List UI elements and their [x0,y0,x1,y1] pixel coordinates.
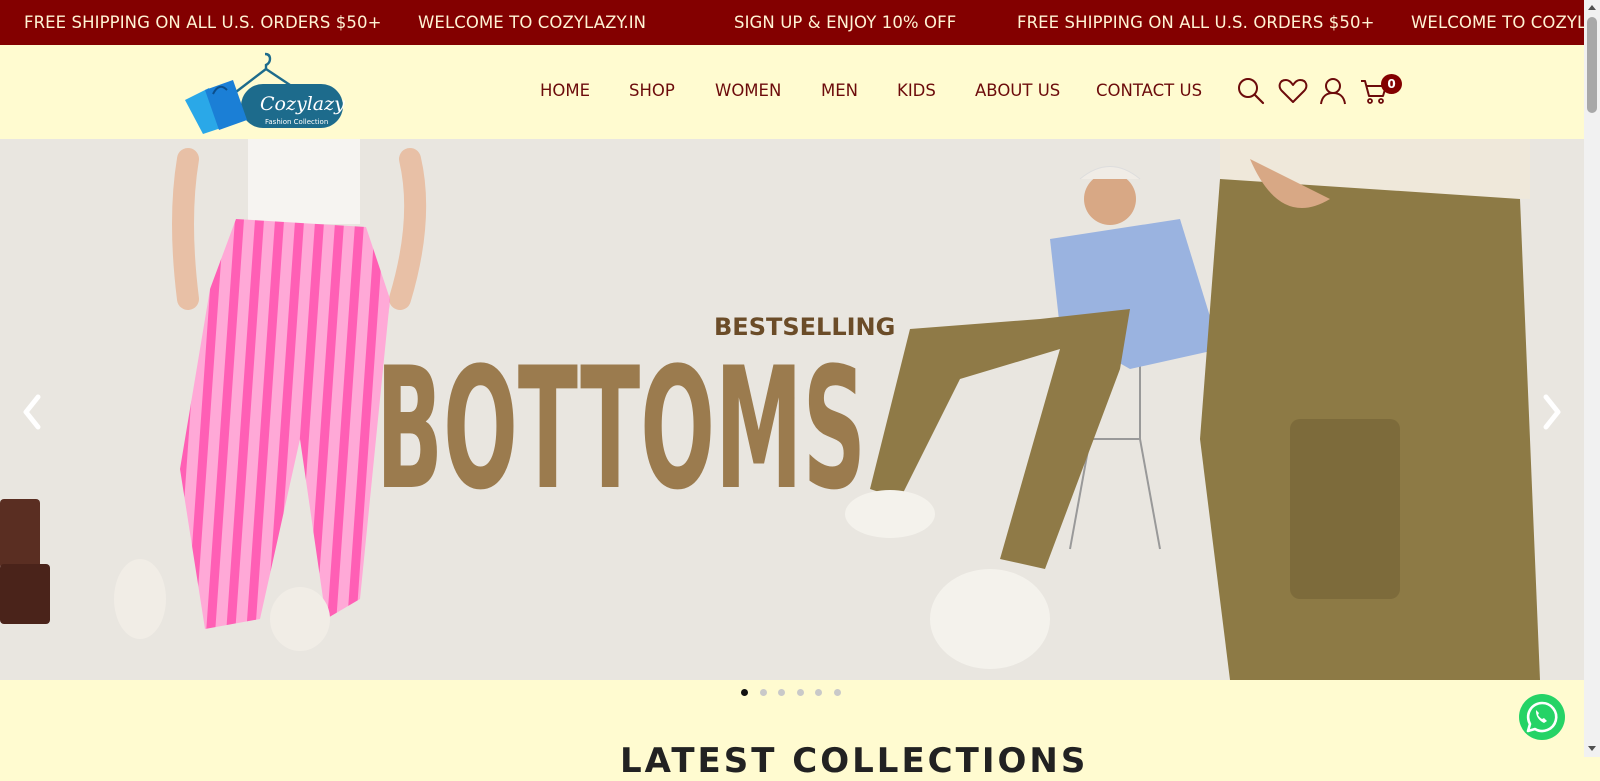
whatsapp-icon[interactable] [1518,693,1566,741]
nav-shop[interactable]: SHOP [629,45,675,137]
user-icon[interactable] [1318,76,1348,106]
cart-count-badge: 0 [1381,74,1402,94]
nav-women[interactable]: WOMEN [715,45,781,137]
search-icon[interactable] [1236,76,1266,106]
logo-wordmark: Cozylazy [260,93,345,115]
nav-about-us[interactable]: ABOUT US [975,45,1060,137]
site-header: Cozylazy Fashion Collection HOME SHOP WO… [0,45,1584,139]
scrollbar-thumb[interactable] [1587,17,1597,113]
slide-dot[interactable] [741,689,748,696]
heart-icon[interactable] [1278,76,1308,106]
slider-pagination [0,689,1584,699]
nav-home[interactable]: HOME [540,45,590,137]
hero-slide-image: BESTSELLING BOTTOMS [0,139,1584,680]
announcement-message: SIGN UP & ENJOY 10% OFF [734,13,957,32]
announcement-message: FREE SHIPPING ON ALL U.S. ORDERS $50+ [1017,13,1375,32]
chevron-right-icon[interactable] [1534,387,1570,437]
section-heading: LATEST COLLECTIONS [620,741,1089,781]
slide-dot[interactable] [834,689,841,696]
slide-dot[interactable] [778,689,785,696]
announcement-message: FREE SHIPPING ON ALL U.S. ORDERS $50+ [24,13,382,32]
scroll-up-arrow[interactable] [1588,5,1596,10]
slide-dot[interactable] [815,689,822,696]
announcement-bar: FREE SHIPPING ON ALL U.S. ORDERS $50+ WE… [0,0,1584,45]
nav-kids[interactable]: KIDS [897,45,936,137]
hero-slider: BESTSELLING BOTTOMS [0,139,1584,680]
slide-dot[interactable] [760,689,767,696]
logo-tagline: Fashion Collection [265,118,328,126]
chevron-left-icon[interactable] [14,387,50,437]
announcement-message: WELCOME TO COZYLAZY.IN [418,13,647,32]
page-scrollbar[interactable] [1584,0,1600,757]
cozylazy-logo[interactable]: Cozylazy Fashion Collection [183,50,347,134]
slide-dot[interactable] [797,689,804,696]
scroll-down-arrow[interactable] [1588,746,1596,751]
hero-title: BOTTOMS [376,331,866,527]
announcement-message: WELCOME TO COZYLA [1411,13,1584,32]
nav-contact-us[interactable]: CONTACT US [1096,45,1202,137]
nav-men[interactable]: MEN [821,45,858,137]
